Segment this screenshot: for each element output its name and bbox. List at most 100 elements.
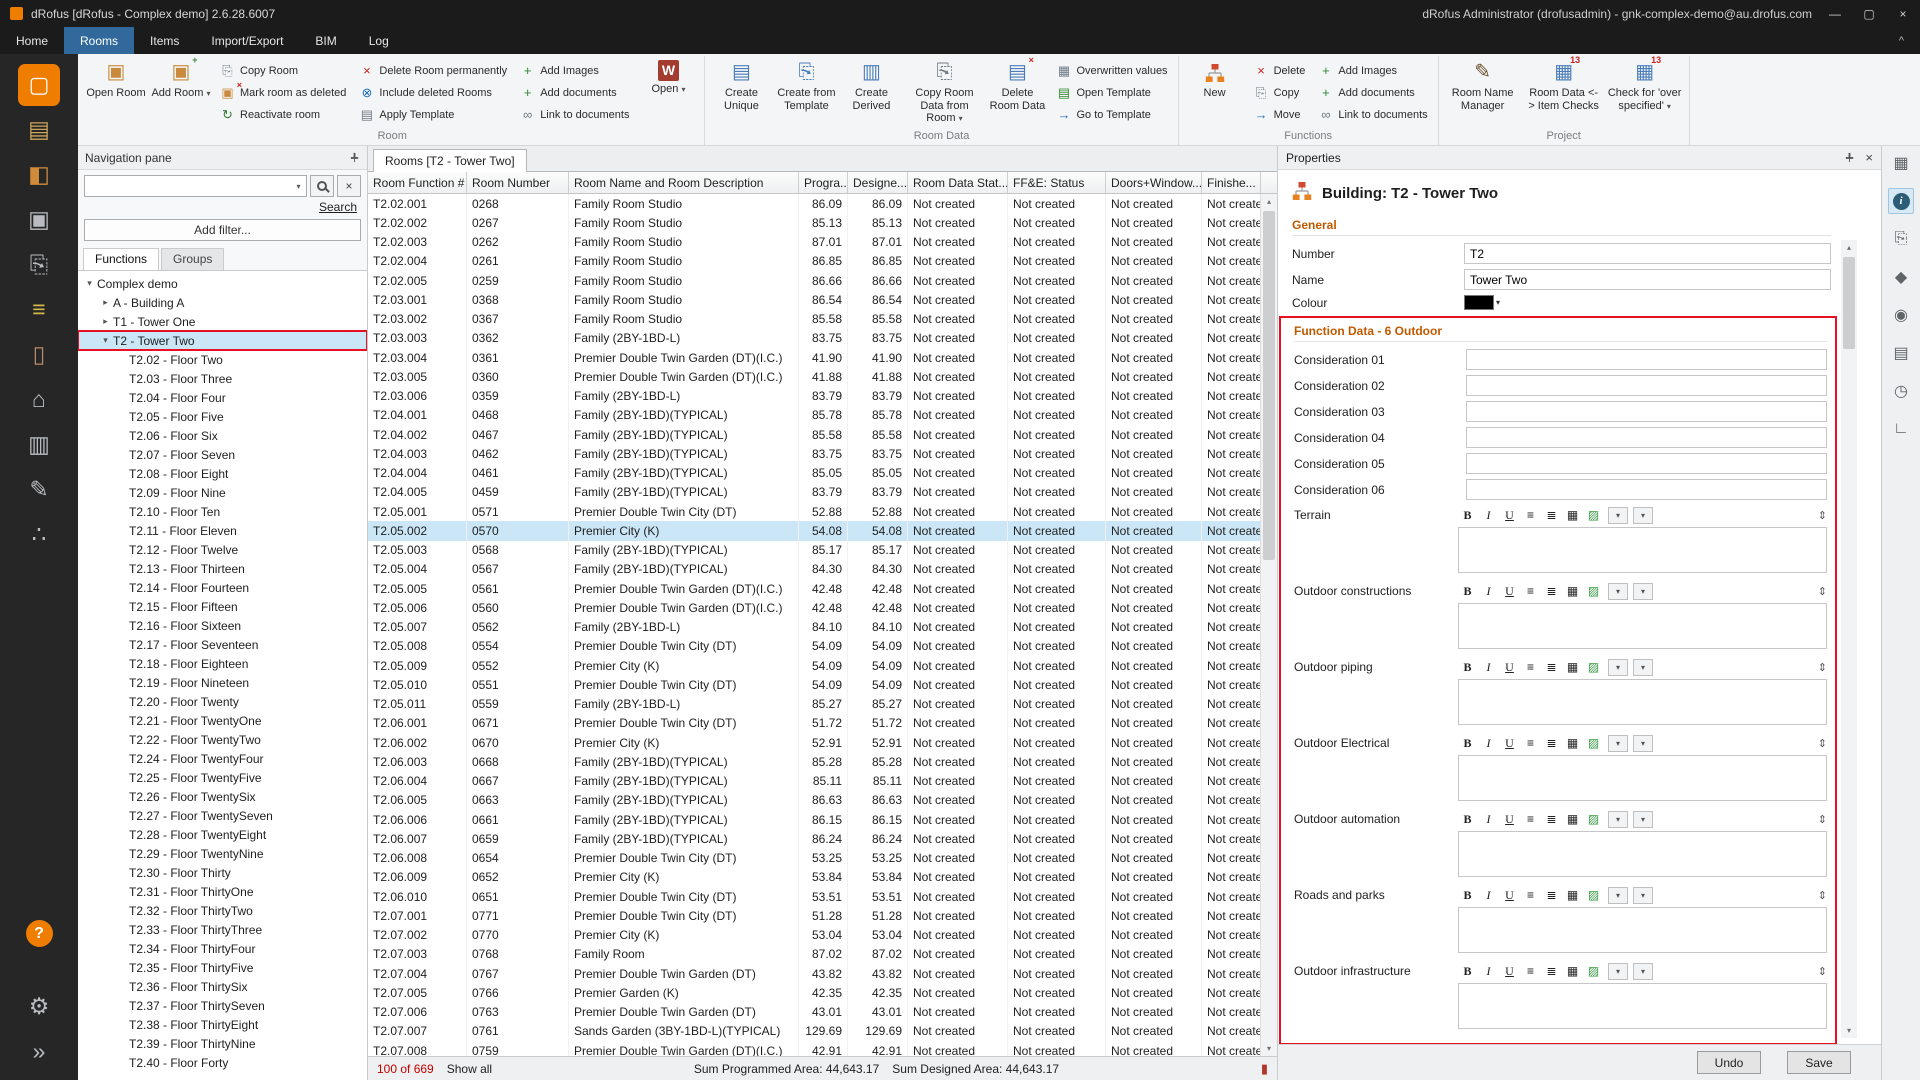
colour-dropdown-icon[interactable]: ▾ bbox=[1496, 298, 1500, 307]
bold-button[interactable]: B bbox=[1458, 506, 1477, 524]
rich-text-editor[interactable] bbox=[1458, 831, 1827, 877]
tree-item[interactable]: T2.21 - Floor TwentyOne bbox=[78, 711, 367, 730]
insert-image-button[interactable]: ▨ bbox=[1584, 582, 1603, 600]
clear-search-button[interactable]: × bbox=[337, 175, 361, 197]
table-row[interactable]: T2.05.0030568Family (2BY-1BD)(TYPICAL)85… bbox=[368, 541, 1260, 560]
insert-table-button[interactable]: ▦ bbox=[1563, 734, 1582, 752]
table-row[interactable]: T2.05.0020570Premier City (K)54.0854.08N… bbox=[368, 521, 1260, 540]
table-row[interactable]: T2.06.0080654Premier Double Twin City (D… bbox=[368, 849, 1260, 868]
ribbon-collapse-icon[interactable]: ^ bbox=[1883, 27, 1920, 54]
table-row[interactable]: T2.06.0070659Family (2BY-1BD)(TYPICAL)86… bbox=[368, 829, 1260, 848]
tree-item[interactable]: T2.26 - Floor TwentySix bbox=[78, 787, 367, 806]
menu-tab-rooms[interactable]: Rooms bbox=[64, 27, 134, 54]
tree-item[interactable]: T2.24 - Floor TwentyFour bbox=[78, 749, 367, 768]
minimize-button[interactable]: — bbox=[1818, 0, 1852, 27]
tree-item[interactable]: T2.10 - Floor Ten bbox=[78, 502, 367, 521]
bullet-list-button[interactable]: ≡ bbox=[1521, 658, 1540, 676]
table-row[interactable]: T2.04.0030462Family (2BY-1BD)(TYPICAL)83… bbox=[368, 444, 1260, 463]
door-module-icon[interactable]: ▯ bbox=[0, 332, 78, 377]
tree-item[interactable]: T2.07 - Floor Seven bbox=[78, 445, 367, 464]
table-row[interactable]: T2.02.0050259Family Room Studio86.6686.6… bbox=[368, 271, 1260, 290]
files-panel-icon[interactable]: ▤ bbox=[1888, 340, 1914, 366]
tree-item[interactable]: T2.13 - Floor Thirteen bbox=[78, 559, 367, 578]
delete-room-permanently-button[interactable]: ×Delete Room permanently bbox=[354, 60, 512, 81]
format-combo[interactable]: ▾ bbox=[1608, 887, 1628, 904]
column-header[interactable]: Room Number bbox=[467, 172, 569, 193]
consideration-input[interactable] bbox=[1466, 349, 1827, 370]
underline-button[interactable]: U bbox=[1500, 962, 1519, 980]
search-dropdown-icon[interactable]: ▾ bbox=[291, 182, 306, 191]
function-add-images-button[interactable]: +Add Images bbox=[1313, 60, 1432, 81]
column-header[interactable]: Room Function # bbox=[368, 172, 467, 193]
table-row[interactable]: T2.07.0070761Sands Garden (3BY-1BD-L)(TY… bbox=[368, 1022, 1260, 1041]
tree-item[interactable]: T2.31 - Floor ThirtyOne bbox=[78, 882, 367, 901]
create-unique-button[interactable]: ▤Create Unique bbox=[710, 58, 772, 122]
rooms-module-icon[interactable]: ▤ bbox=[0, 107, 78, 152]
number-input[interactable] bbox=[1464, 243, 1831, 264]
info-panel-icon[interactable]: i bbox=[1888, 188, 1914, 214]
tree-item[interactable]: T2.11 - Floor Eleven bbox=[78, 521, 367, 540]
drofus-logo[interactable]: ▢ bbox=[0, 62, 78, 107]
save-button[interactable]: Save bbox=[1787, 1051, 1851, 1074]
style-combo[interactable]: ▾ bbox=[1633, 735, 1653, 752]
scroll-up-icon[interactable]: ▴ bbox=[1261, 194, 1277, 209]
table-row[interactable]: T2.07.0030768Family Room87.0287.02Not cr… bbox=[368, 945, 1260, 964]
bullet-list-button[interactable]: ≡ bbox=[1521, 734, 1540, 752]
expand-editor-button[interactable]: ⇕ bbox=[1818, 585, 1827, 598]
rich-text-editor[interactable] bbox=[1458, 527, 1827, 573]
table-row[interactable]: T2.02.0010268Family Room Studio86.0986.0… bbox=[368, 194, 1260, 213]
tree-collapsed-icon[interactable]: ▸ bbox=[98, 297, 113, 308]
buildings-module-icon[interactable]: ⌂ bbox=[0, 377, 78, 422]
column-header[interactable]: FF&E: Status bbox=[1008, 172, 1106, 193]
numbered-list-button[interactable]: ≣ bbox=[1542, 506, 1561, 524]
table-row[interactable]: T2.05.0060560Premier Double Twin Garden … bbox=[368, 598, 1260, 617]
tree-item[interactable]: ▾T2 - Tower Two bbox=[78, 331, 367, 350]
nav-search-input[interactable] bbox=[85, 176, 291, 196]
tree-item[interactable]: T2.35 - Floor ThirtyFive bbox=[78, 958, 367, 977]
table-row[interactable]: T2.04.0020467Family (2BY-1BD)(TYPICAL)85… bbox=[368, 425, 1260, 444]
add-filter-button[interactable]: Add filter... bbox=[84, 219, 361, 241]
table-row[interactable]: T2.05.0110559Family (2BY-1BD-L)85.2785.2… bbox=[368, 695, 1260, 714]
items-module-icon[interactable]: ◧ bbox=[0, 152, 78, 197]
insert-table-button[interactable]: ▦ bbox=[1563, 962, 1582, 980]
expand-panel-icon[interactable]: » bbox=[0, 1029, 78, 1074]
model-panel-icon[interactable]: ◆ bbox=[1888, 264, 1914, 290]
menu-tab-items[interactable]: Items bbox=[134, 27, 195, 54]
close-panel-icon[interactable]: × bbox=[1865, 150, 1873, 165]
table-row[interactable]: T2.07.0020770Premier City (K)53.0453.04N… bbox=[368, 926, 1260, 945]
overwritten-values-button[interactable]: ▦Overwritten values bbox=[1051, 60, 1172, 81]
table-row[interactable]: T2.06.0050663Family (2BY-1BD)(TYPICAL)86… bbox=[368, 791, 1260, 810]
underline-button[interactable]: U bbox=[1500, 886, 1519, 904]
format-combo[interactable]: ▾ bbox=[1608, 963, 1628, 980]
copy-room-data-button[interactable]: ⎘Copy Room Data from Room ▾ bbox=[905, 58, 983, 127]
scroll-up-icon[interactable]: ▴ bbox=[1841, 240, 1857, 255]
insert-image-button[interactable]: ▨ bbox=[1584, 962, 1603, 980]
add-documents-button[interactable]: +Add documents bbox=[515, 82, 634, 103]
consideration-input[interactable] bbox=[1466, 427, 1827, 448]
show-all-button[interactable]: Show all bbox=[447, 1062, 492, 1076]
bold-button[interactable]: B bbox=[1458, 962, 1477, 980]
style-combo[interactable]: ▾ bbox=[1633, 583, 1653, 600]
link-to-documents-button[interactable]: ∞Link to documents bbox=[515, 104, 634, 125]
expand-editor-button[interactable]: ⇕ bbox=[1818, 889, 1827, 902]
consideration-input[interactable] bbox=[1466, 479, 1827, 500]
expand-editor-button[interactable]: ⇕ bbox=[1818, 509, 1827, 522]
tab-groups[interactable]: Groups bbox=[161, 248, 224, 270]
insert-table-button[interactable]: ▦ bbox=[1563, 582, 1582, 600]
underline-button[interactable]: U bbox=[1500, 810, 1519, 828]
italic-button[interactable]: I bbox=[1479, 658, 1498, 676]
history-panel-icon[interactable]: ◷ bbox=[1888, 378, 1914, 404]
tree-item[interactable]: T2.33 - Floor ThirtyThree bbox=[78, 920, 367, 939]
tree-item[interactable]: T2.29 - Floor TwentyNine bbox=[78, 844, 367, 863]
tree-item[interactable]: T2.08 - Floor Eight bbox=[78, 464, 367, 483]
table-row[interactable]: T2.02.0020267Family Room Studio85.1385.1… bbox=[368, 213, 1260, 232]
insert-image-button[interactable]: ▨ bbox=[1584, 810, 1603, 828]
expand-editor-button[interactable]: ⇕ bbox=[1818, 661, 1827, 674]
style-combo[interactable]: ▾ bbox=[1633, 887, 1653, 904]
column-header[interactable]: Finishe... bbox=[1202, 172, 1261, 193]
scroll-thumb[interactable] bbox=[1263, 211, 1275, 560]
insert-table-button[interactable]: ▦ bbox=[1563, 810, 1582, 828]
new-function-button[interactable]: New bbox=[1184, 58, 1246, 122]
reactivate-room-button[interactable]: ↻Reactivate room bbox=[215, 104, 351, 125]
check-over-specified-button[interactable]: ▦13Check for 'over specified' ▾ bbox=[1606, 58, 1684, 122]
